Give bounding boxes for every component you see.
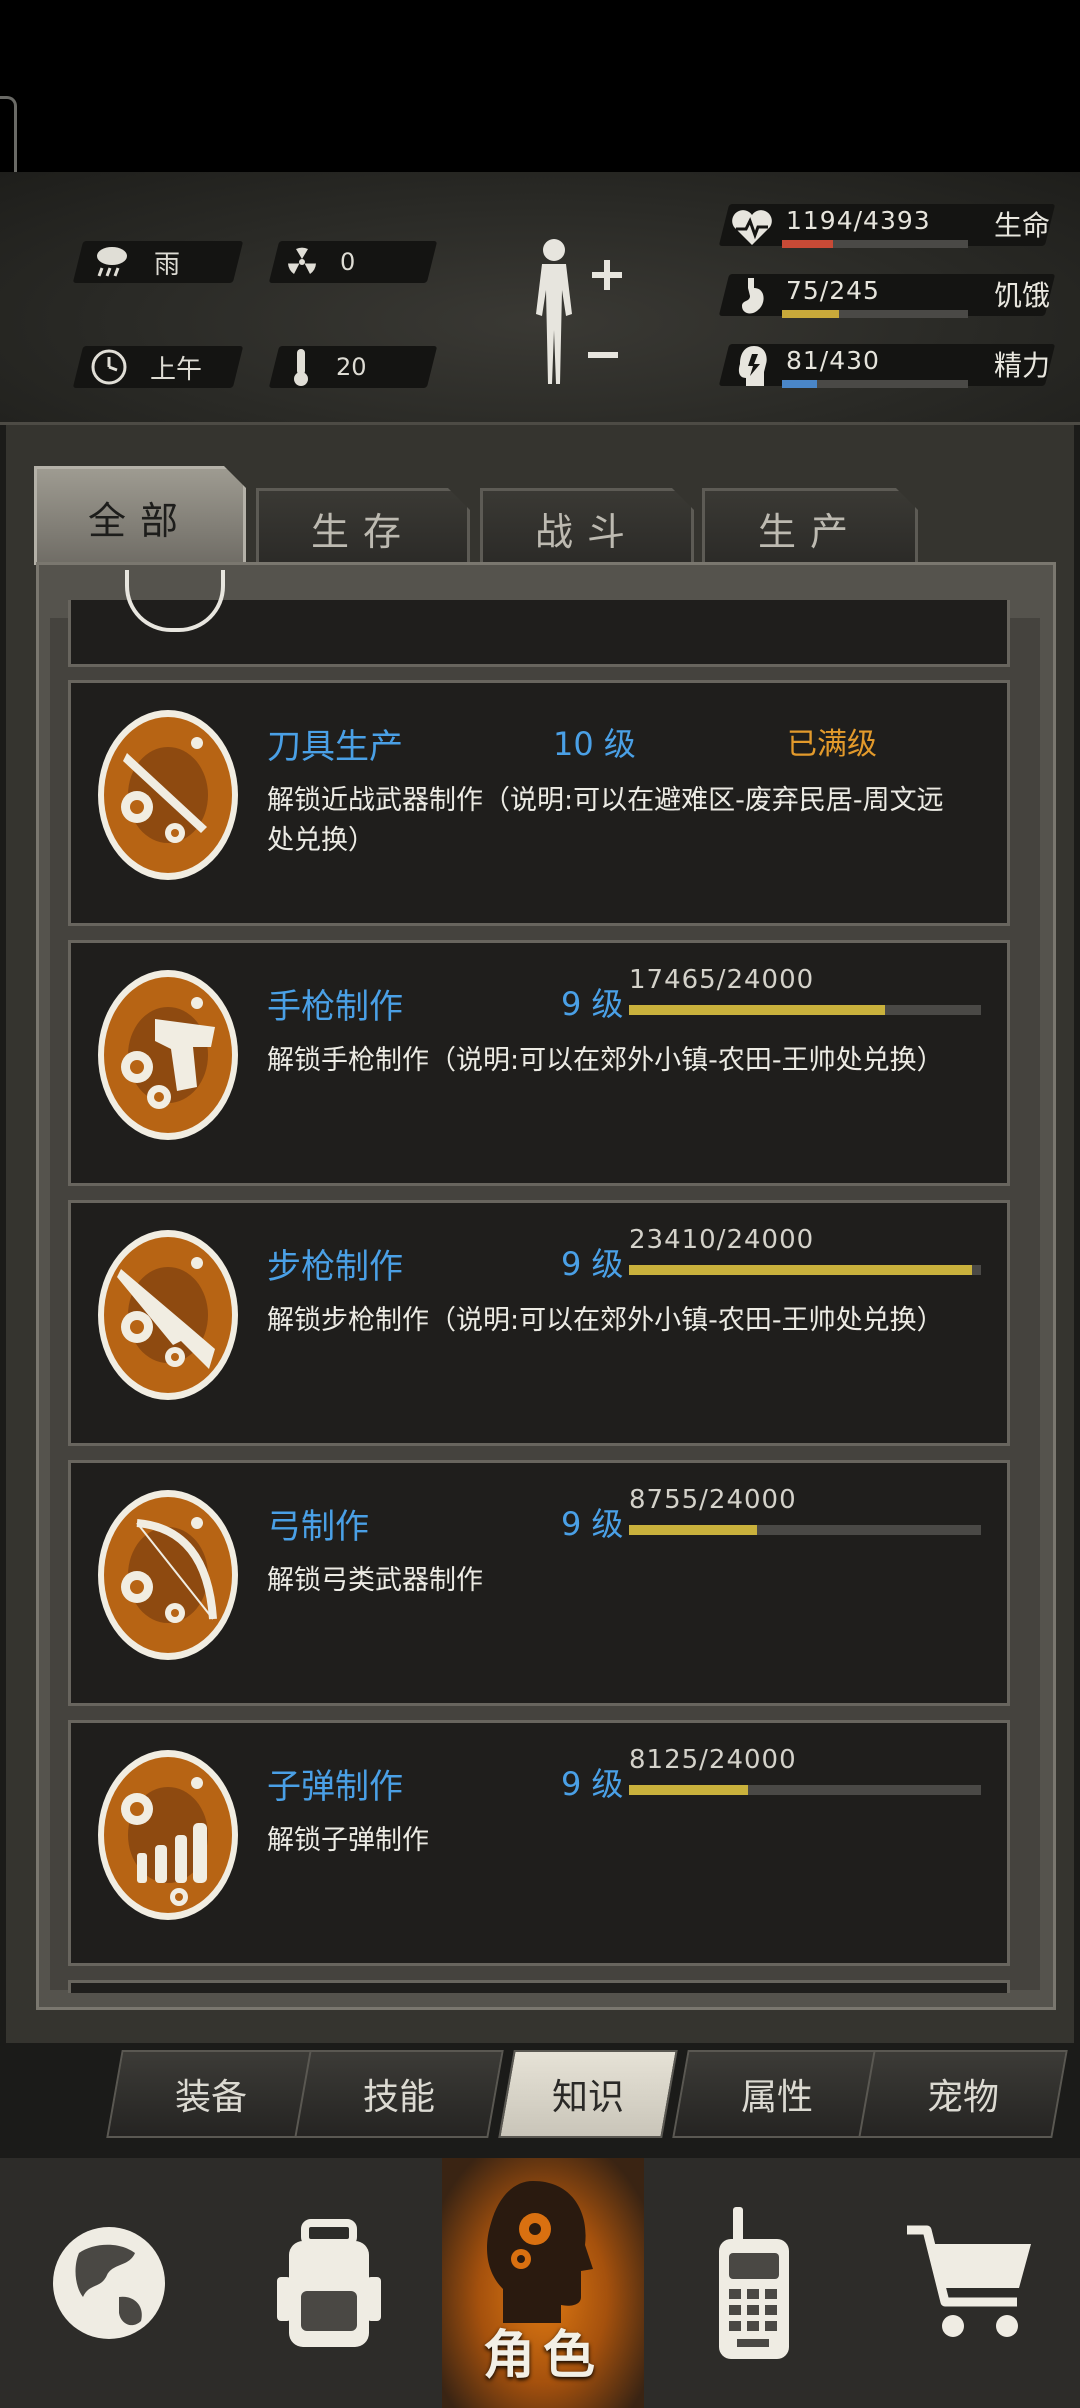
tab-survival[interactable]: 生存 bbox=[256, 488, 470, 565]
subtab-attributes-label: 属性 bbox=[740, 2077, 813, 2118]
walkie-talkie-icon bbox=[719, 2207, 789, 2359]
tab-all-label: 全部 bbox=[87, 498, 192, 543]
bullets-gear-icon bbox=[98, 1750, 238, 1920]
tab-production[interactable]: 生产 bbox=[702, 488, 918, 565]
skill-name: 步枪制作 bbox=[267, 1247, 403, 1287]
partial-icon-edge bbox=[125, 570, 225, 632]
xp-bar bbox=[629, 1005, 981, 1015]
subtab-knowledge[interactable]: 知识 bbox=[498, 2050, 678, 2138]
skill-card-bow[interactable]: 弓制作 9 级 8755/24000 解锁弓类武器制作 bbox=[68, 1460, 1010, 1706]
subtab-equipment[interactable]: 装备 bbox=[106, 2050, 316, 2138]
subtab-pets-label: 宠物 bbox=[926, 2077, 999, 2118]
nav-world[interactable] bbox=[0, 2158, 218, 2408]
energy-bar bbox=[782, 380, 968, 388]
nav-shop[interactable] bbox=[862, 2158, 1080, 2408]
skill-name: 刀具生产 bbox=[267, 727, 403, 767]
energy-label: 精力 bbox=[994, 349, 1051, 382]
skill-desc: 解锁手枪制作（说明:可以在郊外小镇-农田-王帅处兑换） bbox=[267, 1045, 944, 1076]
globe-icon bbox=[53, 2227, 165, 2339]
skill-name: 子弹制作 bbox=[267, 1767, 403, 1807]
backpack-icon bbox=[277, 2219, 381, 2347]
temperature-value: 20 bbox=[336, 353, 367, 381]
xp-bar bbox=[629, 1265, 981, 1275]
hunger-value: 75/245 bbox=[786, 276, 880, 305]
subtab-pets[interactable]: 宠物 bbox=[858, 2050, 1068, 2138]
skill-card-partial-bottom bbox=[68, 1980, 1010, 1993]
top-black-band bbox=[0, 0, 1080, 172]
subtab-skills[interactable]: 技能 bbox=[294, 2050, 504, 2138]
weather-label: 雨 bbox=[154, 249, 181, 280]
nav-character-label: 角色 bbox=[482, 2326, 603, 2386]
radiation-value: 0 bbox=[340, 248, 356, 276]
maxed-label: 已满级 bbox=[787, 727, 877, 762]
skill-level: 10 级 bbox=[553, 725, 636, 763]
skill-card-rifle[interactable]: 步枪制作 9 级 23410/24000 解锁步枪制作（说明:可以在郊外小镇-农… bbox=[68, 1200, 1010, 1446]
tab-all[interactable]: 全部 bbox=[34, 466, 246, 565]
brain-icon bbox=[738, 346, 767, 386]
skill-card-knife[interactable]: 刀具生产 10 级 已满级 解锁近战武器制作（说明:可以在避难区-废弃民居-周文… bbox=[68, 680, 1010, 926]
nav-backpack[interactable] bbox=[218, 2158, 440, 2408]
xp-bar bbox=[629, 1785, 981, 1795]
skill-desc: 解锁近战武器制作（说明:可以在避难区-废弃民居-周文远处兑换） bbox=[267, 785, 944, 856]
skill-card-partial bbox=[68, 570, 1010, 667]
radiation-icon bbox=[288, 247, 316, 274]
xp-text: 17465/24000 bbox=[629, 965, 815, 995]
xp-text: 23410/24000 bbox=[629, 1225, 815, 1255]
rifle-gear-icon bbox=[98, 1230, 238, 1400]
stomach-icon bbox=[742, 278, 764, 314]
health-label: 生命 bbox=[994, 209, 1051, 242]
knife-gear-icon bbox=[98, 710, 238, 880]
skill-card-pistol[interactable]: 手枪制作 9 级 17465/24000 解锁手枪制作（说明:可以在郊外小镇-农… bbox=[68, 940, 1010, 1186]
thermometer-icon bbox=[294, 349, 308, 386]
nav-character[interactable]: 角色 bbox=[442, 2158, 644, 2408]
health-bar bbox=[782, 240, 968, 248]
skill-level: 9 级 bbox=[561, 1245, 624, 1283]
tab-survival-label: 生存 bbox=[310, 509, 415, 554]
clock-icon bbox=[91, 349, 127, 385]
subtab-skills-label: 技能 bbox=[362, 2077, 435, 2118]
subtab-attributes[interactable]: 属性 bbox=[672, 2050, 882, 2138]
radiation[interactable]: 0 bbox=[284, 241, 355, 283]
skill-name: 手枪制作 bbox=[267, 987, 403, 1027]
hunger-label: 饥饿 bbox=[994, 279, 1051, 312]
subtab-knowledge-label: 知识 bbox=[551, 2077, 624, 2118]
health-value: 1194/4393 bbox=[786, 206, 931, 235]
xp-bar bbox=[629, 1525, 981, 1535]
body-status-button[interactable] bbox=[520, 234, 630, 394]
xp-text: 8125/24000 bbox=[629, 1745, 797, 1775]
pistol-gear-icon bbox=[98, 970, 238, 1140]
skill-level: 9 级 bbox=[561, 1505, 624, 1543]
temperature[interactable]: 20 bbox=[290, 346, 367, 388]
weather[interactable]: 雨 bbox=[92, 241, 180, 283]
skill-name: 弓制作 bbox=[267, 1507, 369, 1547]
tab-combat[interactable]: 战斗 bbox=[480, 488, 694, 565]
skill-level: 9 级 bbox=[561, 985, 624, 1023]
bow-gear-icon bbox=[98, 1490, 238, 1660]
tab-combat-label: 战斗 bbox=[534, 509, 639, 554]
time-label: 上午 bbox=[150, 354, 203, 385]
skill-card-bullets[interactable]: 子弹制作 9 级 8125/24000 解锁子弹制作 bbox=[68, 1720, 1010, 1966]
human-figure-icon bbox=[536, 239, 622, 384]
hunger-bar bbox=[782, 310, 968, 318]
heart-icon bbox=[732, 210, 772, 245]
energy-value: 81/430 bbox=[786, 346, 880, 375]
time[interactable]: 上午 bbox=[90, 346, 202, 388]
skill-desc: 解锁步枪制作（说明:可以在郊外小镇-农田-王帅处兑换） bbox=[267, 1305, 944, 1336]
shopping-cart-icon bbox=[907, 2225, 1031, 2337]
skill-level: 9 级 bbox=[561, 1765, 624, 1803]
skill-desc: 解锁子弹制作 bbox=[267, 1825, 429, 1856]
xp-text: 8755/24000 bbox=[629, 1485, 797, 1515]
tab-production-label: 生产 bbox=[757, 509, 862, 554]
rain-cloud-icon bbox=[97, 247, 127, 277]
skill-desc: 解锁弓类武器制作 bbox=[267, 1565, 483, 1596]
nav-radio[interactable] bbox=[644, 2158, 862, 2408]
subtab-equipment-label: 装备 bbox=[174, 2077, 247, 2118]
